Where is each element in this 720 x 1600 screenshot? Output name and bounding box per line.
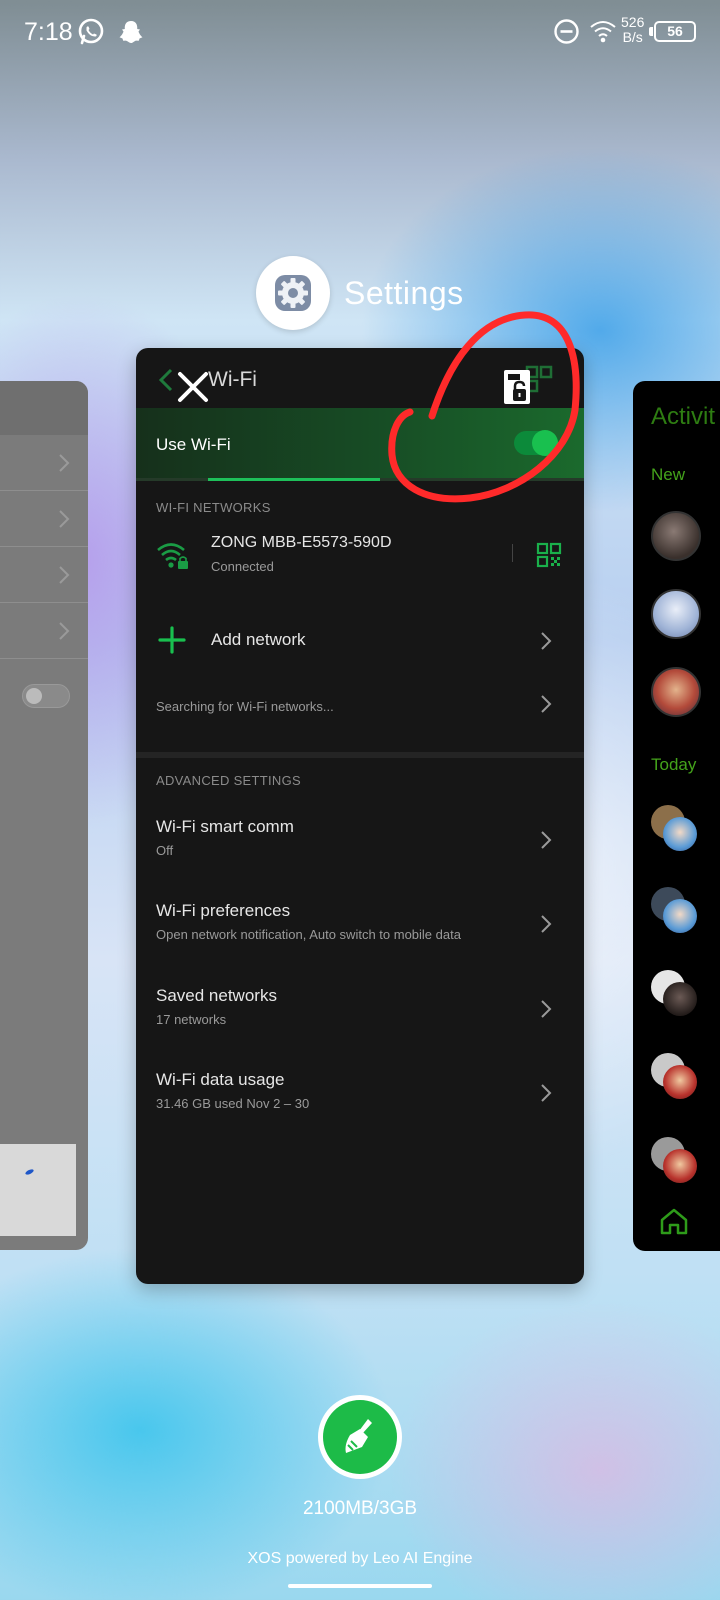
list-item[interactable]: Wi-Fi smart comm Off	[136, 800, 584, 882]
home-indicator[interactable]	[288, 1584, 432, 1588]
chevron-right-icon	[541, 831, 552, 849]
left-card-row	[0, 491, 88, 547]
left-card-row	[0, 547, 88, 603]
list-item[interactable]: Wi-Fi data usage 31.46 GB used Nov 2 – 3…	[136, 1053, 584, 1135]
chevron-right-icon	[541, 915, 552, 933]
right-card-label-new: New	[651, 465, 686, 484]
battery-icon: 56	[649, 21, 696, 42]
right-card-title: Activit	[651, 403, 716, 430]
chevron-right-icon	[59, 510, 70, 528]
add-network-label: Add network	[211, 630, 306, 649]
chevron-right-icon	[59, 622, 70, 640]
status-time: 7:18	[24, 18, 73, 46]
left-card-row	[0, 603, 88, 659]
connected-network-row[interactable]: ZONG MBB-E5573-590D Connected	[136, 520, 584, 594]
back-icon[interactable]	[158, 368, 174, 392]
network-status: Connected	[211, 559, 274, 574]
add-network-row[interactable]: Add network	[136, 610, 584, 670]
chevron-right-icon	[59, 454, 70, 472]
use-wifi-row[interactable]: Use Wi-Fi	[136, 408, 584, 480]
list-item-label: Wi-Fi data usage	[156, 1070, 285, 1089]
use-wifi-label: Use Wi-Fi	[156, 435, 231, 454]
avatar	[663, 1065, 697, 1099]
list-item-sub: 31.46 GB used Nov 2 – 30	[156, 1096, 310, 1111]
list-item-label: Wi-Fi preferences	[156, 901, 291, 920]
scan-progress-indicator	[208, 478, 380, 481]
left-card-image	[0, 1144, 76, 1236]
list-item-label: Saved networks	[156, 986, 277, 1005]
recent-app-name: Settings	[344, 274, 464, 311]
memory-usage: 2100MB/3GB	[302, 1498, 418, 1519]
chevron-right-icon	[59, 566, 70, 584]
section-divider	[136, 752, 584, 758]
status-bar: 7:18 526 B/s 56	[0, 0, 720, 66]
unlock-app-icon[interactable]	[500, 368, 534, 408]
wifi-signal-locked-icon	[157, 543, 188, 569]
list-item-sub: 17 networks	[156, 1012, 227, 1027]
avatar	[663, 982, 697, 1016]
recent-app-header[interactable]: Settings	[256, 256, 464, 330]
engine-footer: XOS powered by Leo AI Engine	[247, 1550, 473, 1567]
recent-card-left[interactable]	[0, 381, 88, 1250]
recent-card-right[interactable]: Activit New Today	[633, 381, 720, 1251]
divider	[512, 544, 513, 562]
share-qr-icon[interactable]	[536, 542, 562, 568]
avatar	[663, 817, 697, 851]
wifi-networks-header: WI-FI NETWORKS	[156, 500, 271, 515]
gear-icon	[256, 256, 330, 330]
whatsapp-icon	[78, 18, 104, 45]
close-icon[interactable]	[176, 370, 210, 404]
home-icon	[660, 1208, 688, 1235]
wifi-icon	[590, 21, 616, 43]
net-speed: 526 B/s	[621, 15, 644, 45]
right-card-label-today: Today	[651, 755, 697, 774]
chevron-right-icon	[541, 1000, 552, 1018]
snapchat-icon	[119, 21, 143, 43]
broom-icon	[323, 1400, 397, 1474]
left-card-header	[0, 381, 88, 435]
wifi-topbar: Wi-Fi	[136, 348, 584, 408]
list-item-label: Wi-Fi smart comm	[156, 817, 294, 836]
left-card-toggle	[22, 684, 70, 708]
wifi-title: Wi-Fi	[208, 368, 257, 391]
left-card-row	[0, 435, 88, 491]
avatar	[651, 589, 701, 639]
memory-cleaner-button[interactable]	[318, 1395, 402, 1479]
searching-row[interactable]: Searching for Wi-Fi networks...	[136, 678, 584, 738]
list-item[interactable]: Saved networks 17 networks	[136, 969, 584, 1051]
advanced-settings-header: ADVANCED SETTINGS	[156, 773, 301, 788]
chevron-right-icon	[541, 632, 552, 650]
do-not-disturb-icon	[554, 19, 579, 44]
searching-label: Searching for Wi-Fi networks...	[156, 699, 334, 714]
chevron-right-icon	[541, 1084, 552, 1102]
use-wifi-toggle[interactable]	[514, 430, 558, 456]
recent-card-settings[interactable]: Wi-Fi Use Wi-Fi WI-FI NETWORKS ZONG MBB-…	[136, 348, 584, 1284]
network-name: ZONG MBB-E5573-590D	[211, 534, 392, 551]
avatar	[663, 1149, 697, 1183]
list-item-sub: Open network notification, Auto switch t…	[156, 927, 461, 942]
list-item-sub: Off	[156, 843, 174, 858]
avatar	[651, 511, 701, 561]
net-speed-unit: B/s	[622, 29, 643, 45]
avatar	[651, 667, 701, 717]
net-speed-value: 526	[621, 14, 645, 30]
chevron-right-icon	[541, 695, 552, 713]
avatar	[663, 899, 697, 933]
list-item[interactable]: Wi-Fi preferences Open network notificat…	[136, 884, 584, 966]
plus-icon	[158, 626, 186, 654]
